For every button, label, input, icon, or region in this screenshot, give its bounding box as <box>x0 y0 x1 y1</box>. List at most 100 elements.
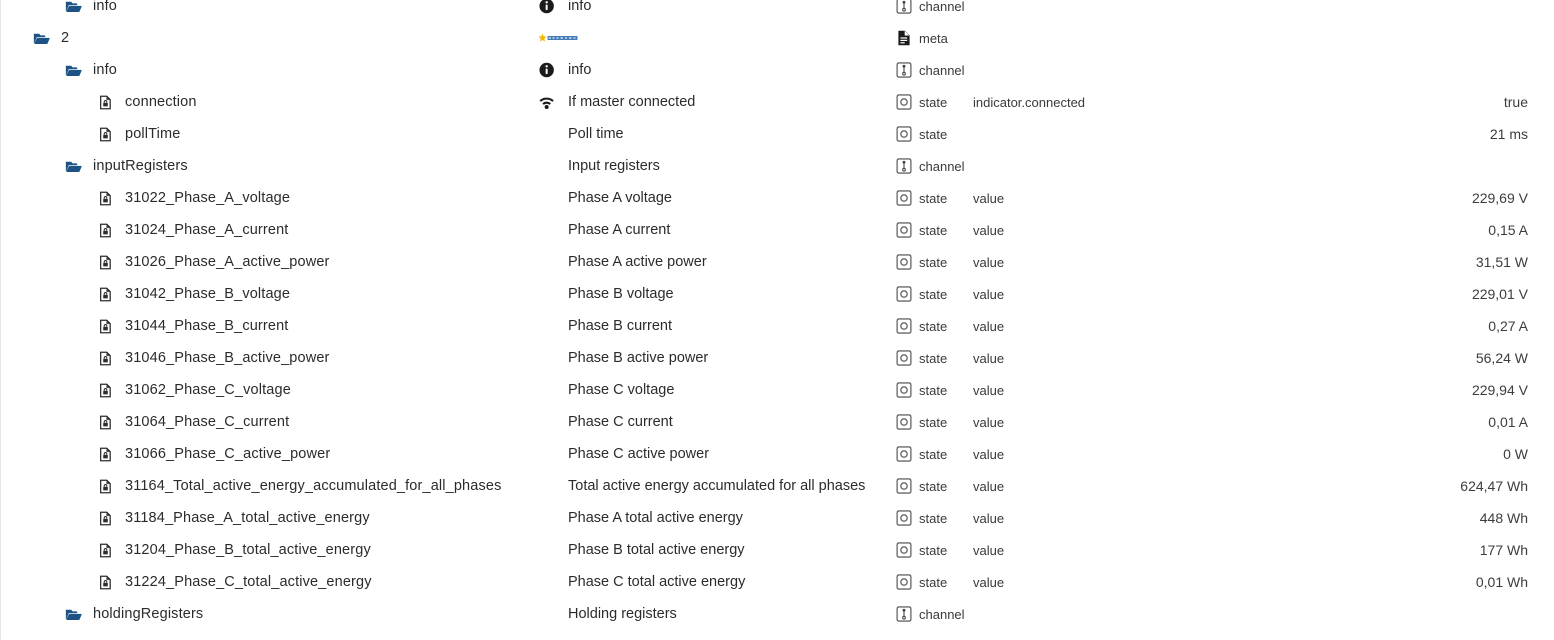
object-id-cell[interactable]: 31024_Phase_A_current <box>97 214 288 246</box>
object-id-cell[interactable]: holdingRegisters <box>65 598 203 630</box>
desc-icon-spacer <box>537 221 559 239</box>
description-label: Phase A active power <box>568 254 707 270</box>
value-cell[interactable]: 0 W <box>1503 438 1528 470</box>
object-id-cell[interactable]: 31046_Phase_B_active_power <box>97 342 330 374</box>
folder-icon <box>65 1 82 12</box>
tree-row[interactable]: 31224_Phase_C_total_active_energy Phase C… <box>1 566 1554 598</box>
role-cell: indicator.connected <box>973 94 1086 110</box>
object-id-cell[interactable]: 31204_Phase_B_total_active_energy <box>97 534 371 566</box>
value-cell[interactable]: 448 Wh <box>1480 502 1528 534</box>
object-id-cell[interactable]: 31064_Phase_C_current <box>97 406 289 438</box>
file-lock-icon <box>100 95 111 109</box>
role-cell: value <box>973 414 1005 430</box>
tree-row[interactable]: 31184_Phase_A_total_active_energy Phase A… <box>1 502 1554 534</box>
tree-row[interactable]: 31042_Phase_B_voltage Phase B voltage stat… <box>1 278 1554 310</box>
role-cell: value <box>973 254 1005 270</box>
type-label: state <box>919 286 948 302</box>
type-cell: state <box>896 310 947 342</box>
description-label: Phase B voltage <box>568 286 674 302</box>
object-id-cell[interactable]: 2 <box>33 22 69 54</box>
object-id-cell[interactable]: 31184_Phase_A_total_active_energy <box>97 502 370 534</box>
type-label: state <box>919 94 948 110</box>
description-label: Phase A total active energy <box>568 510 743 526</box>
type-label: channel <box>919 606 965 622</box>
file-lock-icon <box>100 479 111 493</box>
tree-row[interactable]: holdingRegisters Holding registers channel <box>1 598 1554 630</box>
tree-row[interactable]: inputRegisters Input registers channel <box>1 150 1554 182</box>
value-cell[interactable]: 56,24 W <box>1476 342 1528 374</box>
tree-row[interactable]: 31204_Phase_B_total_active_energy Phase B… <box>1 534 1554 566</box>
description-cell: Phase C voltage <box>537 374 674 406</box>
value-cell[interactable]: 229,69 V <box>1472 182 1528 214</box>
desc-icon-spacer <box>537 189 559 207</box>
state-icon <box>896 382 912 398</box>
value-cell[interactable]: 0,01 A <box>1488 406 1528 438</box>
value-cell[interactable]: 21 ms <box>1490 118 1528 150</box>
value-cell[interactable]: 0,15 A <box>1488 214 1528 246</box>
tree-row[interactable]: 31024_Phase_A_current Phase A current stat… <box>1 214 1554 246</box>
value-cell[interactable]: true <box>1504 86 1528 118</box>
state-icon <box>896 190 912 206</box>
object-id-cell[interactable]: 31164_Total_active_energy_accumulated_fo… <box>97 470 501 502</box>
object-id-cell[interactable]: 31026_Phase_A_active_power <box>97 246 330 278</box>
tree-row[interactable]: 31044_Phase_B_current Phase B current stat… <box>1 310 1554 342</box>
tree-row[interactable]: info info channel <box>1 0 1554 22</box>
tree-row[interactable]: 31022_Phase_A_voltage Phase A voltage stat… <box>1 182 1554 214</box>
value-cell[interactable]: 0,01 Wh <box>1476 566 1528 598</box>
state-icon <box>896 478 912 494</box>
tree-row[interactable]: 31164_Total_active_energy_accumulated_fo… <box>1 470 1554 502</box>
type-label: state <box>919 126 948 142</box>
file-lock-icon <box>100 351 111 365</box>
tree-row[interactable]: connection If master connected state indica… <box>1 86 1554 118</box>
object-id-cell[interactable] <box>33 630 61 640</box>
value-cell[interactable]: 229,01 V <box>1472 278 1528 310</box>
object-id-label: 31062_Phase_C_voltage <box>125 382 291 398</box>
object-id-cell[interactable]: info <box>65 54 117 86</box>
description-cell: Phase A voltage <box>537 182 672 214</box>
info-circle-icon <box>539 62 554 78</box>
object-id-cell[interactable]: 31062_Phase_C_voltage <box>97 374 291 406</box>
wifi-icon <box>539 97 554 110</box>
description-label: Poll time <box>568 126 624 142</box>
type-cell: state <box>896 278 947 310</box>
object-id-cell[interactable]: 31042_Phase_B_voltage <box>97 278 290 310</box>
description-label: Phase C active power <box>568 446 710 462</box>
object-id-cell[interactable]: inputRegisters <box>65 150 188 182</box>
value-cell[interactable]: 0,27 A <box>1488 310 1528 342</box>
value-cell[interactable]: 229,94 V <box>1472 374 1528 406</box>
value-cell[interactable]: 177 Wh <box>1480 534 1528 566</box>
folder-icon <box>65 609 82 620</box>
tree-row[interactable]: 31066_Phase_C_active_power Phase C active… <box>1 438 1554 470</box>
type-cell: state <box>896 470 947 502</box>
file-lock-icon <box>100 575 111 589</box>
tree-row[interactable]: pollTime Poll time state 21 ms <box>1 118 1554 150</box>
object-id-label: 31046_Phase_B_active_power <box>125 350 330 366</box>
type-cell: state <box>896 534 947 566</box>
file-lock-icon <box>100 319 111 333</box>
type-label: state <box>919 382 948 398</box>
object-id-cell[interactable]: pollTime <box>97 118 180 150</box>
object-id-cell[interactable]: 31224_Phase_C_total_active_energy <box>97 566 372 598</box>
type-cell: state <box>896 342 947 374</box>
tree-row[interactable]: 2 meta <box>1 22 1554 54</box>
description-label: info <box>568 0 592 14</box>
type-cell: state <box>896 406 947 438</box>
tree-row[interactable]: 31026_Phase_A_active_power Phase A active… <box>1 246 1554 278</box>
object-id-cell[interactable]: 31022_Phase_A_voltage <box>97 182 290 214</box>
tree-row[interactable]: 31046_Phase_B_active_power Phase B active… <box>1 342 1554 374</box>
modbus-logo-icon <box>538 33 578 41</box>
file-lock-icon <box>100 383 111 397</box>
object-id-cell[interactable]: 31066_Phase_C_active_power <box>97 438 330 470</box>
tree-row[interactable]: 31064_Phase_C_current Phase C current stat… <box>1 406 1554 438</box>
tree-row[interactable]: info info channel <box>1 54 1554 86</box>
object-id-cell[interactable]: 31044_Phase_B_current <box>97 310 288 342</box>
file-lock-icon <box>100 255 111 269</box>
tree-row[interactable] <box>1 630 1554 640</box>
info-circle-icon <box>539 0 554 14</box>
object-id-cell[interactable]: connection <box>97 86 197 118</box>
value-cell[interactable]: 31,51 W <box>1476 246 1528 278</box>
object-id-cell[interactable]: info <box>65 0 117 22</box>
value-cell[interactable]: 624,47 Wh <box>1460 470 1528 502</box>
desc-icon-spacer <box>537 413 559 431</box>
tree-row[interactable]: 31062_Phase_C_voltage Phase C voltage stat… <box>1 374 1554 406</box>
